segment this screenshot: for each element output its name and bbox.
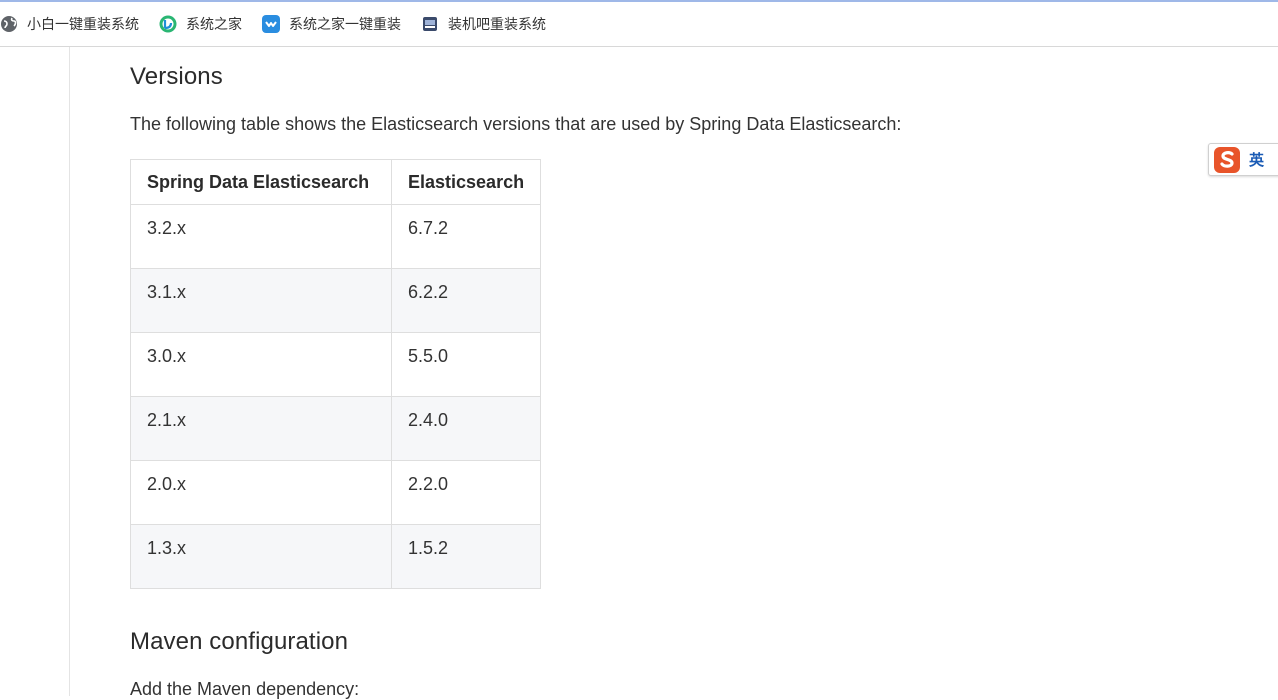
table-cell: 2.0.x — [130, 460, 392, 525]
globe-icon — [0, 15, 18, 33]
sidebar-divider — [69, 47, 70, 696]
maven-dependency-text: Add the Maven dependency: — [130, 679, 360, 699]
column-header-spring-data: Spring Data Elasticsearch — [130, 159, 392, 205]
table-row: 3.1.x 6.2.2 — [130, 268, 542, 333]
bookmarks-bar: 小白一键重装系统 系统之家 系统之家一键重装 装机吧重装系统 — [0, 2, 1278, 47]
ime-toolbar[interactable]: 英 — [1208, 143, 1278, 176]
bookmark-label: 系统之家一键重装 — [289, 16, 401, 32]
table-cell: 3.0.x — [130, 332, 392, 397]
table-cell: 3.2.x — [130, 204, 392, 269]
table-cell: 5.5.0 — [390, 332, 542, 397]
table-row: 3.0.x 5.5.0 — [130, 332, 542, 397]
table-cell: 3.1.x — [130, 268, 392, 333]
zhuangjiba-icon — [421, 15, 439, 33]
table-cell: 1.3.x — [130, 524, 392, 589]
versions-intro-text: The following table shows the Elasticsea… — [130, 114, 902, 134]
table-row: 2.0.x 2.2.0 — [130, 460, 542, 525]
maven-configuration-heading: Maven configuration — [130, 628, 349, 655]
bookmark-xiaobai[interactable]: 小白一键重装系统 — [0, 9, 139, 39]
versions-heading: Versions — [130, 63, 223, 90]
bookmark-zhuangjiba[interactable]: 装机吧重装系统 — [421, 9, 546, 39]
table-cell: 2.4.0 — [390, 396, 542, 461]
table-row: 3.2.x 6.7.2 — [130, 204, 542, 269]
table-row: 1.3.x 1.5.2 — [130, 524, 542, 589]
table-cell: 2.2.0 — [390, 460, 542, 525]
column-header-elasticsearch: Elasticsearch — [390, 159, 542, 205]
sogou-ime-icon — [1213, 146, 1241, 174]
bookmark-label: 装机吧重装系统 — [448, 16, 546, 32]
table-cell: 6.2.2 — [390, 268, 542, 333]
table-cell: 1.5.2 — [390, 524, 542, 589]
ime-language-toggle[interactable]: 英 — [1249, 149, 1264, 170]
bookmark-xitongzhijia[interactable]: 系统之家 — [159, 9, 242, 39]
table-header-row: Spring Data Elasticsearch Elasticsearch — [130, 159, 542, 205]
bookmark-xitongzhijia-reinstall[interactable]: 系统之家一键重装 — [262, 9, 401, 39]
table-cell: 6.7.2 — [390, 204, 542, 269]
xitongzhijia-icon — [159, 15, 177, 33]
xitongzhijia-reinstall-icon — [262, 15, 280, 33]
bookmark-label: 系统之家 — [186, 16, 242, 32]
versions-table: Spring Data Elasticsearch Elasticsearch … — [130, 159, 542, 589]
bookmark-label: 小白一键重装系统 — [27, 16, 139, 32]
table-row: 2.1.x 2.4.0 — [130, 396, 542, 461]
table-cell: 2.1.x — [130, 396, 392, 461]
